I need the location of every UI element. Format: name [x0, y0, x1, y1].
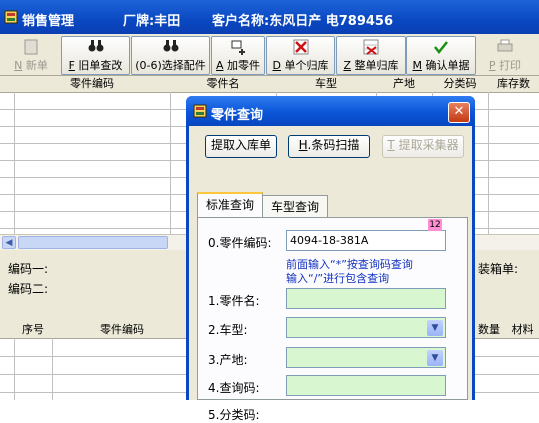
binoculars-icon	[62, 39, 129, 57]
window-title: 销售管理	[22, 14, 75, 29]
query-code-label: 4.查询码:	[208, 381, 260, 395]
part-name-input[interactable]	[286, 288, 446, 309]
column-header-stock[interactable]: 库存数	[488, 76, 539, 93]
grid-x-icon	[337, 39, 405, 57]
scroll-left-icon[interactable]: ◀	[2, 236, 16, 249]
red-x-icon	[267, 39, 334, 57]
checkmark-icon	[407, 39, 475, 57]
dialog-body: 提取入库单 H.条码扫描 T 提取采集器 标准查询 车型查询 0.零件编码: 4…	[189, 126, 472, 422]
add-item-icon	[212, 39, 264, 57]
code1-label: 编码一:	[8, 262, 49, 276]
printer-icon	[479, 39, 531, 57]
tab-model-query[interactable]: 车型查询	[262, 195, 328, 219]
select-parts-button[interactable]: (0-6)选择配件	[131, 36, 210, 75]
window-titlebar: 销售管理 厂牌:丰田 客户名称:东风日产 电789456	[0, 0, 539, 34]
whole-order-return-button[interactable]: Z 整单归库	[336, 36, 406, 75]
packing-list-label: 装箱单:	[478, 262, 519, 276]
column-header-part-name[interactable]: 零件名	[170, 76, 277, 93]
part-code-input[interactable]: 4094-18-381A	[286, 230, 446, 251]
binoculars-icon	[132, 39, 209, 57]
fetch-inbound-button[interactable]: 提取入库单	[205, 135, 277, 158]
chevron-down-icon[interactable]: ▼	[427, 350, 443, 366]
model-label: 2.车型:	[208, 323, 248, 337]
dialog-app-icon	[193, 104, 207, 122]
single-return-button[interactable]: D 单个归库	[266, 36, 335, 75]
dialog-titlebar[interactable]: 零件查询 ✕	[186, 96, 475, 126]
origin-label: 3.产地:	[208, 353, 248, 367]
print-button[interactable]: P 打印	[478, 36, 532, 75]
add-part-button[interactable]: A 加零件	[211, 36, 265, 75]
column-header-part-code[interactable]: 零件编码	[14, 76, 171, 93]
confirm-order-button[interactable]: M 确认单据	[406, 36, 476, 75]
tab-standard-query[interactable]: 标准查询	[197, 192, 263, 220]
column-header-quantity[interactable]: 数量	[472, 322, 507, 339]
origin-select[interactable]: ▼	[286, 347, 446, 368]
app-icon	[4, 10, 18, 26]
scroll-thumb[interactable]	[18, 236, 168, 249]
input-length-badge: 12	[428, 219, 442, 231]
new-doc-icon	[5, 39, 57, 57]
part-name-label: 1.零件名:	[208, 294, 260, 308]
category-code-label: 5.分类码:	[208, 408, 260, 422]
column-header-origin[interactable]: 产地	[376, 76, 433, 93]
part-code-label: 0.零件编码:	[208, 236, 272, 250]
model-select[interactable]: ▼	[286, 317, 446, 338]
toolbar: N 新单 F 旧单查改 (0-6)选择配件 A 加零件 D 单个归库 Z 整单归…	[0, 34, 539, 76]
query-code-input[interactable]	[286, 375, 446, 396]
column-header-category[interactable]: 分类码	[432, 76, 489, 93]
chevron-down-icon[interactable]: ▼	[427, 320, 443, 336]
search-hint-2: 输入“/”进行包含查询	[286, 272, 390, 285]
column-header-seq[interactable]: 序号	[14, 322, 53, 339]
column-header-part-code[interactable]: 零件编码	[52, 322, 193, 339]
code2-label: 编码二:	[8, 282, 49, 296]
customer-label: 客户名称:东风日产 电789456	[212, 14, 393, 29]
column-header-material[interactable]: 材料	[506, 322, 539, 339]
factory-label: 厂牌:丰田	[123, 14, 181, 29]
row-header-corner	[0, 322, 15, 339]
barcode-scan-button[interactable]: H.条码扫描	[288, 135, 370, 158]
part-search-dialog: 零件查询 ✕ 提取入库单 H.条码扫描 T 提取采集器 标准查询 车型查询 0.…	[186, 96, 475, 422]
row-header-corner	[0, 76, 15, 93]
new-button[interactable]: N 新单	[4, 36, 58, 75]
fetch-collector-button[interactable]: T 提取采集器	[382, 135, 464, 158]
close-icon[interactable]: ✕	[448, 102, 470, 123]
column-header-model[interactable]: 车型	[276, 76, 377, 93]
standard-query-pane: 0.零件编码: 4094-18-381A 12 前面输入“*”按查询码查询 输入…	[197, 217, 468, 422]
dialog-title: 零件查询	[211, 108, 264, 123]
old-order-edit-button[interactable]: F 旧单查改	[61, 36, 130, 75]
